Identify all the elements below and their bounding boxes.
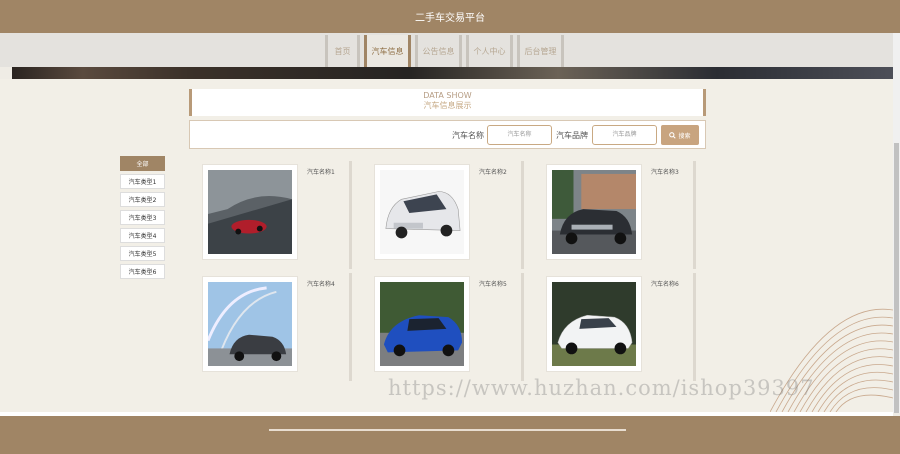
category-all[interactable]: 全部: [120, 156, 165, 171]
footer: [0, 416, 900, 454]
card-divider: [349, 161, 352, 269]
car-photo: [552, 282, 636, 366]
section-title-en: DATA SHOW: [423, 91, 472, 100]
category-item[interactable]: 汽车类型3: [120, 210, 165, 225]
car-name[interactable]: 汽车名称6: [651, 279, 679, 288]
search-button-label: 搜索: [678, 132, 691, 140]
nav-admin[interactable]: 后台管理: [517, 35, 564, 67]
category-item[interactable]: 汽车类型4: [120, 228, 165, 243]
search-icon: [669, 131, 677, 139]
car-photo: [552, 170, 636, 254]
car-image-frame[interactable]: [202, 276, 298, 372]
car-photo: [206, 282, 292, 366]
nav-home[interactable]: 首页: [325, 35, 360, 67]
nav-car-info-label: 汽车信息: [371, 46, 404, 56]
car-card[interactable]: 汽车名称1: [202, 161, 352, 269]
nav-admin-label: 后台管理: [524, 46, 557, 56]
category-item[interactable]: 汽车类型6: [120, 264, 165, 279]
car-image-frame[interactable]: [546, 276, 642, 372]
footer-divider: [269, 429, 626, 431]
search-bar: 汽车名称 汽车名称 汽车品牌 汽车品牌 搜索: [189, 120, 706, 149]
category-list: 全部 汽车类型1 汽车类型2 汽车类型3 汽车类型4 汽车类型5 汽车类型6: [120, 156, 165, 282]
car-card[interactable]: 汽车名称6: [546, 273, 696, 381]
car-card[interactable]: 汽车名称5: [374, 273, 524, 381]
car-name[interactable]: 汽车名称4: [307, 279, 335, 288]
car-image-frame[interactable]: [202, 164, 298, 260]
car-card[interactable]: 汽车名称4: [202, 273, 352, 381]
nav-car-info[interactable]: 汽车信息: [364, 35, 411, 67]
car-card[interactable]: 汽车名称3: [546, 161, 696, 269]
site-title: 二手车交易平台: [415, 13, 485, 24]
car-name[interactable]: 汽车名称1: [307, 167, 335, 176]
card-divider: [693, 273, 696, 381]
category-item[interactable]: 汽车类型2: [120, 192, 165, 207]
car-name[interactable]: 汽车名称5: [479, 279, 507, 288]
car-brand-input[interactable]: 汽车品牌: [592, 125, 657, 145]
car-name[interactable]: 汽车名称2: [479, 167, 507, 176]
car-brand-label: 汽车品牌: [556, 131, 588, 140]
card-divider: [521, 161, 524, 269]
card-divider: [693, 161, 696, 269]
car-card[interactable]: 汽车名称2: [374, 161, 524, 269]
car-photo: [380, 282, 464, 366]
car-image-frame[interactable]: [374, 164, 470, 260]
nav-home-label: 首页: [334, 46, 351, 56]
category-item[interactable]: 汽车类型1: [120, 174, 165, 189]
nav-notice[interactable]: 公告信息: [415, 35, 462, 67]
car-photo: [380, 170, 464, 254]
card-divider: [521, 273, 524, 381]
top-header: 二手车交易平台: [0, 0, 900, 33]
scrollbar-thumb[interactable]: [894, 143, 899, 413]
car-image-frame[interactable]: [374, 276, 470, 372]
section-title-cn: 汽车信息展示: [423, 101, 472, 110]
nav-notice-label: 公告信息: [422, 46, 455, 56]
category-item[interactable]: 汽车类型5: [120, 246, 165, 261]
watermark: https://www.huzhan.com/ishop39397: [388, 376, 815, 400]
car-image-frame[interactable]: [546, 164, 642, 260]
car-name-label: 汽车名称: [452, 131, 484, 140]
section-title: DATA SHOW 汽车信息展示: [189, 89, 706, 116]
card-divider: [349, 273, 352, 381]
car-photo: [208, 170, 292, 254]
main-nav: 首页 汽车信息 公告信息 个人中心 后台管理: [0, 33, 900, 67]
search-button[interactable]: 搜索: [661, 125, 699, 145]
banner-image: [12, 67, 893, 79]
nav-personal-center[interactable]: 个人中心: [466, 35, 513, 67]
nav-personal-center-label: 个人中心: [473, 46, 506, 56]
car-name-input[interactable]: 汽车名称: [487, 125, 552, 145]
car-name[interactable]: 汽车名称3: [651, 167, 679, 176]
page-scrollbar[interactable]: [893, 33, 900, 413]
